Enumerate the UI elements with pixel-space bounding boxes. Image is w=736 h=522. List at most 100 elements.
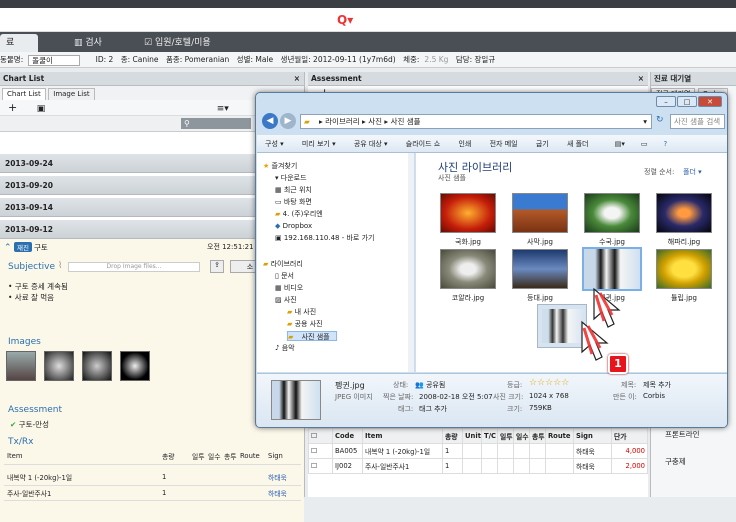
step-badge: 1: [608, 354, 628, 374]
nav-libraries[interactable]: ▰ 라이브러리: [263, 259, 303, 269]
tab-clinic[interactable]: 료: [0, 34, 38, 52]
visit-badge: 재진: [14, 242, 32, 252]
explorer-search-input[interactable]: 사진 샘플 검색: [670, 114, 725, 129]
nav-favorites[interactable]: ★ 즐겨찾기: [263, 161, 297, 171]
photo-thumbnail[interactable]: [584, 193, 640, 233]
toolbar-preview[interactable]: 미리 보기 ▾: [302, 140, 336, 148]
menu-icon[interactable]: ≡▾: [217, 104, 229, 114]
sort-select[interactable]: 폴더 ▾: [683, 167, 702, 177]
grid-icon: ▥: [74, 38, 86, 48]
toolbar-email[interactable]: 전자 메일: [490, 140, 518, 148]
drop-image-input[interactable]: Drop Image files...: [68, 262, 200, 272]
nav-item[interactable]: ▰ 내 사진: [287, 307, 316, 317]
tab-exam[interactable]: ▥ 검사: [68, 34, 128, 52]
tags-input[interactable]: 태그 추가: [419, 404, 447, 414]
toolbar-share[interactable]: 공유 대상 ▾: [354, 140, 388, 148]
toolbar-print[interactable]: 인쇄: [458, 140, 471, 148]
nav-item[interactable]: ▦ 비디오: [275, 283, 303, 293]
entry-time: 오전 12:51:21: [207, 243, 254, 251]
image-thumbnail[interactable]: [6, 351, 36, 381]
nav-scrollbar[interactable]: [408, 153, 414, 372]
nav-item-selected[interactable]: ▰ 사진 샘플: [287, 331, 337, 341]
assessment-header: Assessment ×: [308, 72, 648, 86]
paperclip-icon[interactable]: ⌇: [58, 261, 62, 271]
table-row[interactable]: 주사-일반주사1 1 하태욱: [4, 485, 301, 501]
list-item[interactable]: 프론트라인: [665, 429, 700, 440]
nav-item[interactable]: ▦ 최근 위치: [275, 185, 312, 195]
folder-icon: ▰: [287, 320, 295, 328]
pane-icon[interactable]: ▭: [641, 140, 648, 148]
chevron-down-icon[interactable]: ▾: [643, 115, 647, 128]
tab-image-list[interactable]: Image List: [48, 88, 95, 100]
nav-item[interactable]: ▰ 공용 사진: [287, 319, 323, 329]
assessment-item: ✔ 구토-만성: [10, 420, 49, 429]
close-icon[interactable]: ×: [294, 72, 300, 86]
upload-icon[interactable]: ⇪: [210, 260, 224, 273]
photo-thumbnail[interactable]: [512, 249, 568, 289]
photo-thumbnail[interactable]: [656, 193, 712, 233]
view-icon[interactable]: ▤▾: [615, 140, 625, 148]
folder-icon: ▰: [288, 333, 296, 341]
table-row[interactable]: 내복약 1 (-20kg)-1일 1 하태욱: [4, 470, 301, 486]
address-input[interactable]: ▰ ▸ 라이브러리 ▸ 사진 ▸ 사진 샘플 ▾: [300, 114, 652, 129]
photo-thumbnail[interactable]: [440, 193, 496, 233]
checkbox[interactable]: ☐: [311, 462, 317, 470]
photo-thumbnail[interactable]: [512, 193, 568, 233]
nav-item[interactable]: ▰ 4. (주)우리엔: [275, 209, 323, 219]
toolbar-burn[interactable]: 굽기: [536, 140, 549, 148]
refresh-icon[interactable]: ↻: [656, 115, 664, 125]
window-controls: – □ ✕: [655, 96, 722, 107]
library-subtitle: 사진 샘플: [438, 174, 466, 182]
checkbox[interactable]: ☐: [311, 432, 317, 440]
maximize-icon[interactable]: □: [677, 96, 697, 107]
tab-hospital[interactable]: ☑ 입원/호텔/미용: [138, 34, 238, 52]
list-item[interactable]: 구충제: [665, 456, 686, 467]
search-icon[interactable]: Q▾: [337, 13, 353, 27]
table-header: Item 총량 일투 일수 총투 Route Sign: [4, 449, 301, 465]
table-row[interactable]: ☐ BA005 내복약 1 (-20kg)-1일 1 하태욱 4,000: [308, 443, 649, 459]
tab-chart-list[interactable]: Chart List: [2, 88, 46, 100]
nav-item[interactable]: ▣ 192.168.110.48 - 바로 가기: [275, 233, 374, 243]
minimize-icon[interactable]: –: [656, 96, 676, 107]
dropbox-icon: ◆: [275, 222, 283, 230]
forward-icon[interactable]: ▶: [280, 113, 296, 129]
chart-search-input[interactable]: ⚲: [181, 118, 251, 129]
save-icon[interactable]: ▣: [37, 104, 46, 114]
table-row[interactable]: ☐ IJ002 주사-일반주사1 1 하태욱 2,000: [308, 458, 649, 474]
shared-state: 👥 공유됨: [415, 381, 446, 389]
help-icon[interactable]: ?: [664, 140, 668, 148]
image-thumbnail[interactable]: [44, 351, 74, 381]
checkbox[interactable]: ☐: [311, 447, 317, 455]
toolbar-organize[interactable]: 구성 ▾: [265, 140, 284, 148]
nav-item[interactable]: ▾ 다운로드: [275, 173, 307, 183]
image-thumbnail[interactable]: [82, 351, 112, 381]
folder-icon: ▰: [275, 210, 283, 218]
toolbar-new-folder[interactable]: 새 폴더: [567, 140, 589, 148]
pet-select[interactable]: 돌쿨이: [28, 54, 81, 66]
toolbar-slideshow[interactable]: 슬라이드 쇼: [406, 140, 440, 148]
explorer-toolbar: 구성 ▾ 미리 보기 ▾ 공유 대상 ▾ 슬라이드 쇼 인쇄 전자 메일 굽기 …: [257, 135, 727, 153]
nav-item[interactable]: ◆ Dropbox: [275, 221, 312, 231]
nav-item[interactable]: ▭ 바탕 화면: [275, 197, 312, 207]
image-thumbnail[interactable]: [120, 351, 150, 381]
network-folder-icon: ▣: [275, 234, 284, 242]
subjective-notes: • 구토 증세 계속됨 • 사료 잘 먹음: [8, 282, 68, 302]
photo-thumbnail[interactable]: [656, 249, 712, 289]
close-icon[interactable]: ✕: [698, 96, 722, 107]
photo-thumbnail[interactable]: [440, 249, 496, 289]
waiting-header: 진료 대기열: [651, 72, 736, 86]
shared-users-icon: 👥: [415, 381, 426, 389]
folder-icon: ▰: [304, 117, 310, 126]
desktop-icon: ▭: [275, 198, 284, 206]
txrx-table: Item 총량 일투 일수 총투 Route Sign 내복약 1 (-20kg…: [4, 449, 301, 501]
chart-list-header: Chart List ×: [0, 72, 304, 86]
nav-item[interactable]: ♪ 음악: [275, 343, 295, 353]
title-input[interactable]: 제목 추가: [643, 380, 671, 390]
nav-item[interactable]: ▯ 문서: [275, 271, 294, 281]
nav-item[interactable]: ▨ 사진: [275, 295, 297, 305]
collapse-icon[interactable]: ⌃: [4, 243, 12, 253]
rating-stars-icon[interactable]: ☆☆☆☆☆: [529, 378, 569, 388]
add-icon[interactable]: +: [8, 101, 17, 114]
back-icon[interactable]: ◀: [262, 113, 278, 129]
close-icon[interactable]: ×: [638, 72, 644, 86]
